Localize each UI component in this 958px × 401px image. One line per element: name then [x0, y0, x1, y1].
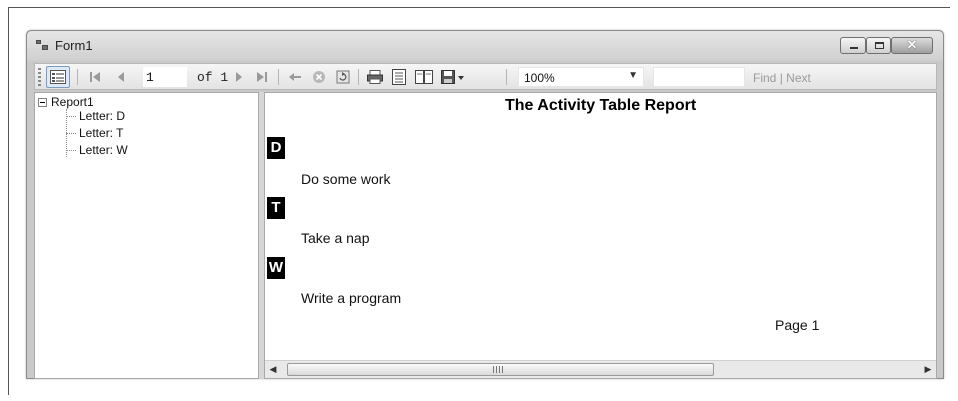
letter-d-heading: D: [267, 137, 285, 159]
minimize-button[interactable]: [840, 37, 866, 54]
previous-page-icon: [118, 72, 124, 82]
close-button[interactable]: ✕: [891, 37, 933, 54]
first-page-icon: [90, 72, 100, 82]
page-setup-button[interactable]: [413, 66, 435, 88]
refresh-icon: [336, 70, 350, 84]
print-layout-button[interactable]: [389, 66, 409, 88]
stop-icon: [313, 71, 325, 83]
scroll-right-icon[interactable]: ▶: [920, 361, 936, 378]
scrollbar-grip-icon: [493, 366, 503, 373]
tree-connector-line: [66, 133, 76, 134]
first-page-button[interactable]: [85, 66, 105, 88]
toolbar-grip[interactable]: [38, 68, 41, 86]
previous-page-button[interactable]: [111, 66, 131, 88]
last-page-button[interactable]: [252, 66, 272, 88]
page-setup-icon: [415, 70, 433, 84]
document-map-icon: [50, 70, 66, 84]
export-icon: [441, 70, 464, 84]
horizontal-scrollbar[interactable]: ◀ ▶: [265, 360, 936, 378]
total-pages-label: of 1: [197, 70, 229, 85]
form-window: Form1 ✕ of 1: [26, 30, 944, 379]
find-separator: |: [779, 71, 783, 85]
find-text-input[interactable]: [653, 67, 745, 87]
maximize-icon: [875, 42, 884, 49]
last-page-icon: [257, 72, 267, 82]
stop-button[interactable]: [309, 66, 329, 88]
report-viewer: The Activity Table Report D Do some work…: [264, 92, 937, 379]
activity-text: Write a program: [301, 290, 402, 306]
back-button[interactable]: [285, 66, 305, 88]
tree-item-letter-d[interactable]: Letter: D: [79, 109, 125, 123]
toolbar-separator: [358, 69, 359, 85]
zoom-select[interactable]: 100% ▼: [518, 67, 644, 87]
form-app-icon: [36, 40, 49, 51]
minimize-icon: [850, 47, 858, 49]
activity-text: Do some work: [301, 171, 391, 187]
tree-connector-line: [66, 116, 76, 117]
title-bar[interactable]: Form1 ✕: [27, 31, 943, 61]
find-link[interactable]: Find: [753, 71, 776, 85]
find-next-links: Find | Next: [753, 71, 811, 85]
next-page-button[interactable]: [231, 66, 247, 88]
chevron-down-icon: ▼: [628, 70, 638, 81]
close-icon: ✕: [906, 37, 918, 52]
activity-text: Take a nap: [301, 230, 370, 246]
toolbar-separator: [506, 69, 507, 85]
toolbar-separator: [278, 69, 279, 85]
maximize-button[interactable]: [866, 37, 891, 54]
tree-item-letter-t[interactable]: Letter: T: [79, 126, 123, 140]
report-title: The Activity Table Report: [505, 97, 697, 114]
letter-w-heading: W: [267, 257, 285, 279]
report-toolbar: of 1 100% ▼: [34, 63, 937, 90]
collapse-icon[interactable]: [38, 98, 47, 107]
next-page-icon: [236, 72, 242, 82]
export-button[interactable]: [439, 66, 467, 88]
tree-item-letter-w[interactable]: Letter: W: [79, 143, 128, 157]
current-page-input[interactable]: [143, 67, 187, 87]
next-link[interactable]: Next: [786, 71, 811, 85]
print-button[interactable]: [365, 66, 385, 88]
tree-connector-line: [66, 150, 76, 151]
scroll-left-icon[interactable]: ◀: [265, 361, 281, 378]
page-number-label: Page 1: [775, 317, 820, 333]
document-map-toggle-button[interactable]: [46, 66, 70, 88]
document-map-panel: Report1 Letter: D Letter: T Letter: W: [34, 92, 259, 379]
scrollbar-thumb[interactable]: [287, 363, 714, 376]
print-icon: [367, 70, 383, 84]
window-title: Form1: [55, 38, 93, 53]
tree-root-report[interactable]: Report1: [51, 95, 94, 109]
refresh-button[interactable]: [333, 66, 353, 88]
letter-t-heading: T: [267, 197, 285, 219]
zoom-value: 100%: [524, 71, 555, 85]
toolbar-separator: [77, 69, 78, 85]
back-icon: [289, 73, 301, 81]
print-layout-icon: [392, 69, 406, 85]
